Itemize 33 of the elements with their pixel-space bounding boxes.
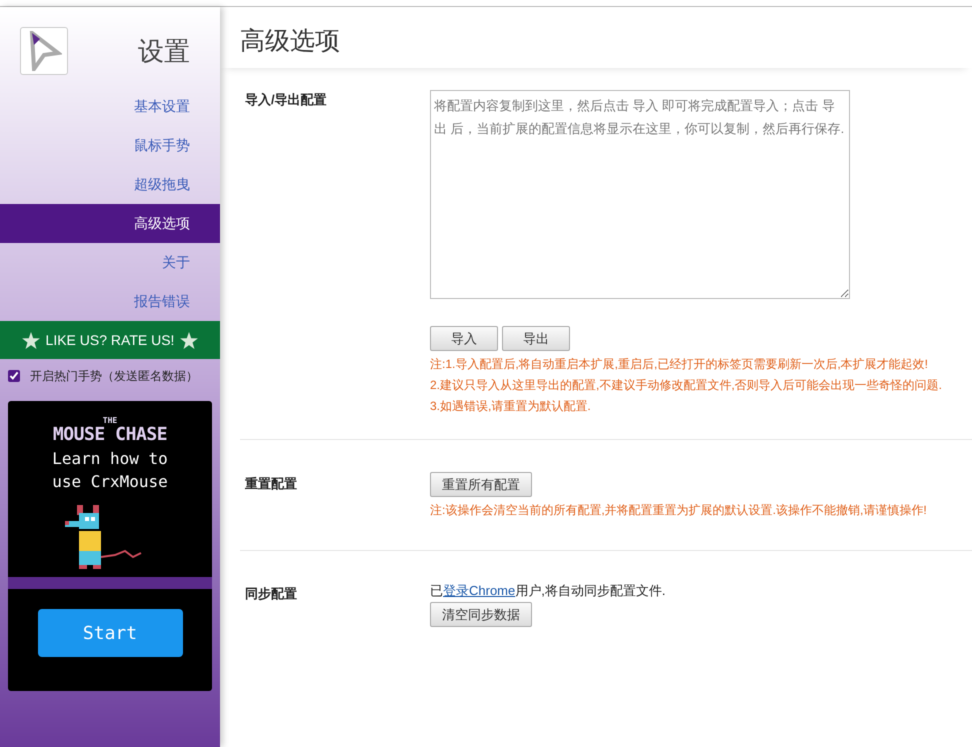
hot-gestures-checkbox[interactable]: [8, 370, 20, 382]
config-textarea[interactable]: 将配置内容复制到这里，然后点击 导入 即可将完成配置导入；点击 导出 后，当前扩展的配置信息将显示在这里，你可以复制，然后再行保存.: [430, 90, 850, 299]
action-button[interactable]: 导出: [502, 326, 570, 351]
star-icon: [22, 332, 40, 348]
start-button[interactable]: Start: [38, 609, 182, 657]
section-label: 导入/导出配置: [244, 91, 328, 109]
nav-item[interactable]: 高级选项: [0, 204, 220, 243]
ad-text: Learn how to use CrxMouse: [51, 448, 169, 493]
action-button[interactable]: 重置所有配置: [430, 472, 532, 497]
sidebar-title: 设置: [138, 34, 190, 68]
sync-description: 已登录Chrome用户,将自动同步配置文件.: [430, 582, 666, 600]
nav-item[interactable]: 超级拖曳: [0, 165, 220, 204]
action-button[interactable]: 清空同步数据: [430, 602, 532, 627]
checkbox-label: 开启热门手势（发送匿名数据）: [30, 368, 198, 385]
star-icon: [180, 332, 198, 348]
section-label: 同步配置: [244, 585, 298, 603]
rate-text: LIKE US? RATE US!: [46, 330, 174, 350]
page-title: 高级选项: [240, 26, 340, 56]
section-label: 重置配置: [244, 475, 298, 493]
action-button[interactable]: 导入: [430, 326, 498, 351]
ad-logo: MOUSE CHASE: [52, 425, 168, 445]
nav-item[interactable]: 关于: [0, 243, 220, 282]
warning-note: 3.如遇错误,请重置为默认配置.: [430, 398, 592, 415]
warning-note: 注:该操作会清空当前的所有配置,并将配置重置为扩展的默认设置.该操作不能撤销,请谨慎操作!: [430, 502, 927, 519]
logo-icon: [20, 27, 68, 75]
nav-item[interactable]: 报告错误: [0, 282, 220, 321]
warning-note: 2.建议只导入从这里导出的配置,不建议手动修改配置文件,否则导入后可能会出现一些奇怪的问题.: [430, 377, 942, 394]
rate-banner[interactable]: LIKE US? RATE US!: [0, 321, 220, 359]
ad-logo-small: THE: [102, 417, 118, 425]
nav-item[interactable]: 基本设置: [0, 87, 220, 126]
nav-item[interactable]: 鼠标手势: [0, 126, 220, 165]
login-link[interactable]: 登录Chrome: [443, 583, 516, 598]
warning-note: 注:1.导入配置后,将自动重启本扩展,重启后,已经打开的标签页需要刷新一次后,本扩展才能起效!: [430, 356, 930, 373]
